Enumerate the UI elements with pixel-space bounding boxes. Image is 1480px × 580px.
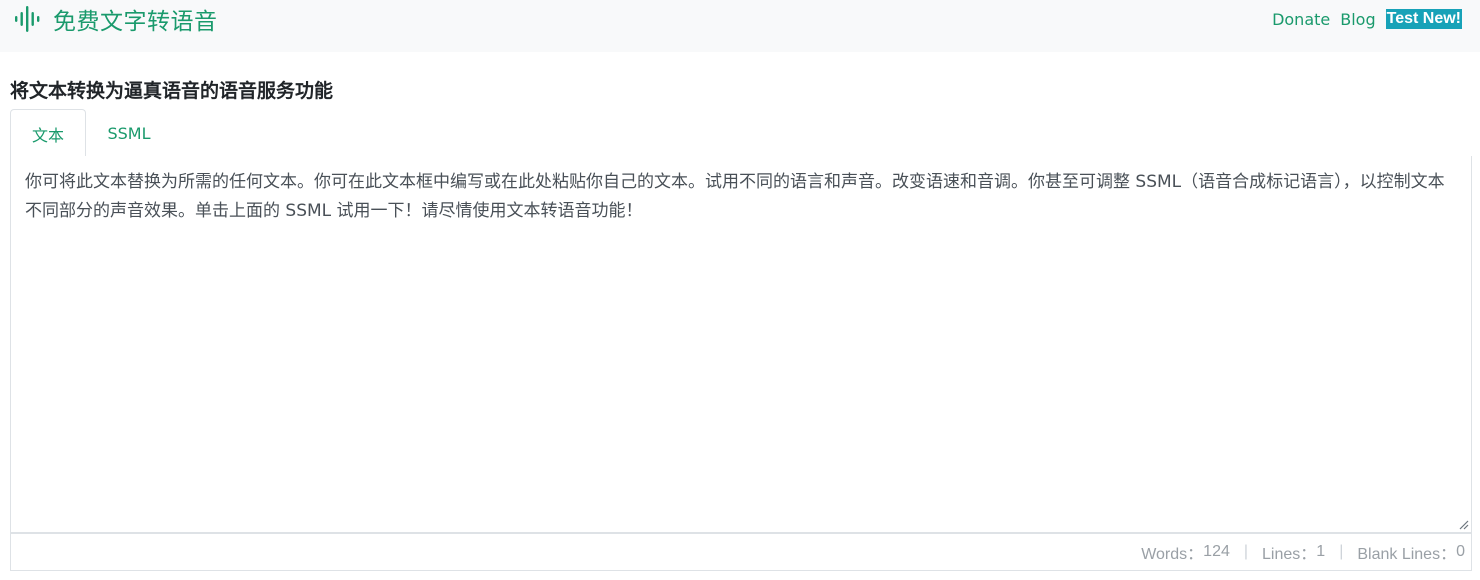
text-stats-bar: Words： 124 | Lines： 1 | Blank Lines： 0 [10, 533, 1472, 571]
blank-lines-count: 0 [1456, 543, 1465, 560]
text-input[interactable]: 你可将此文本替换为所需的任何文本。你可在此文本框中编写或在此处粘贴你自己的文本。… [11, 156, 1471, 532]
lines-label: Lines： [1262, 546, 1317, 563]
brand-title: 免费文字转语音 [53, 9, 218, 35]
brand-link[interactable]: 免费文字转语音 [12, 3, 218, 35]
text-editor: 你可将此文本替换为所需的任何文本。你可在此文本框中编写或在此处粘贴你自己的文本。… [10, 156, 1472, 533]
words-count: 124 [1203, 543, 1230, 560]
test-new-link[interactable]: Test New! [1385, 9, 1462, 29]
stat-separator: | [1243, 543, 1249, 560]
top-navbar: 免费文字转语音 Donate Blog Test New! [0, 0, 1480, 52]
tab-bar: 文本 SSML [10, 109, 1472, 158]
page-title: 将文本转换为逼真语音的语音服务功能 [10, 80, 334, 102]
resize-handle-icon[interactable] [1459, 520, 1469, 530]
blank-lines-label: Blank Lines： [1357, 546, 1457, 563]
lines-count: 1 [1316, 543, 1326, 560]
nav-links: Donate Blog Test New! [1262, 8, 1462, 30]
tab-ssml[interactable]: SSML [94, 109, 164, 158]
tab-text[interactable]: 文本 [10, 109, 86, 158]
stat-separator: | [1339, 543, 1344, 560]
donate-link[interactable]: Donate [1272, 10, 1330, 29]
sound-wave-icon [15, 6, 40, 32]
blog-link[interactable]: Blog [1340, 10, 1375, 29]
words-label: Words： [1141, 546, 1204, 563]
